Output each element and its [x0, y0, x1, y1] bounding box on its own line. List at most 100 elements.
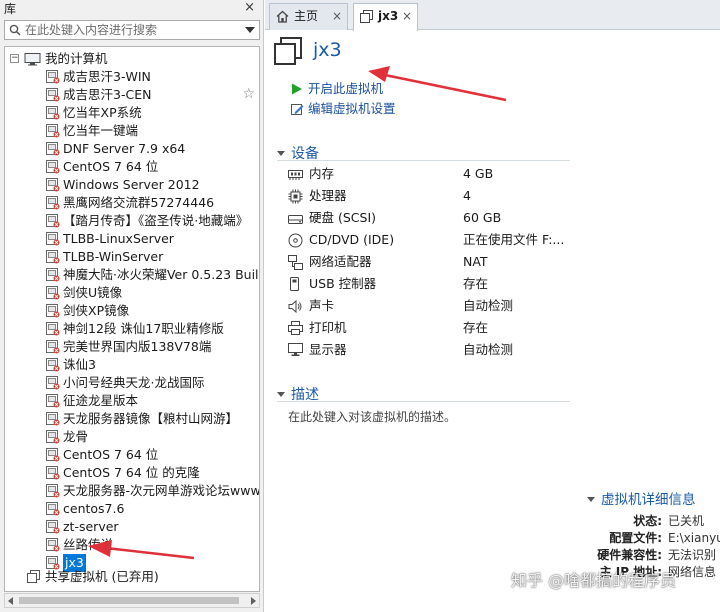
tree-item-vm[interactable]: CentOS 7 64 位: [5, 158, 259, 176]
device-row[interactable]: USB 控制器 存在: [288, 274, 578, 294]
device-value: 存在: [463, 276, 489, 291]
vm-tree[interactable]: − 我的计算机 成吉思汗3-WIN 成吉思汗3-CEN ☆ 忆当年XP系统 忆当年一键端…: [4, 46, 260, 592]
tree-item-vm[interactable]: 诛仙3: [5, 356, 259, 374]
tree-item-vm[interactable]: CentOS 7 64 位 的克隆: [5, 464, 259, 482]
display-icon: [288, 343, 303, 363]
device-row[interactable]: 硬盘 (SCSI) 60 GB: [288, 208, 578, 228]
device-name: 显示器: [309, 342, 347, 357]
tree-item-vm[interactable]: 征途龙星版本: [5, 392, 259, 410]
hard-disk-icon: [288, 211, 303, 231]
device-name: 硬盘 (SCSI): [309, 210, 377, 225]
library-title: 库: [4, 2, 17, 16]
tree-item-label: 征途龙星版本: [63, 393, 139, 408]
tab-jx3-label: jx3: [378, 9, 399, 23]
shared-vm-icon: [27, 570, 40, 583]
tree-item-label: 剑侠XP镜像: [63, 303, 130, 318]
library-close-button[interactable]: ×: [244, 1, 255, 15]
device-name: USB 控制器: [309, 276, 377, 291]
tree-item-vm[interactable]: CentOS 7 64 位: [5, 446, 259, 464]
tree-item-vm[interactable]: 剑侠XP镜像: [5, 302, 259, 320]
tree-item-vm[interactable]: TLBB-LinuxServer: [5, 230, 259, 248]
device-row[interactable]: CD/DVD (IDE) 正在使用文件 F:...: [288, 230, 578, 250]
tree-item-vm[interactable]: 忆当年XP系统: [5, 104, 259, 122]
tree-item-vm[interactable]: DNF Server 7.9 x64: [5, 140, 259, 158]
search-dropdown-icon[interactable]: [245, 27, 255, 33]
tree-item-vm[interactable]: 成吉思汗3-WIN: [5, 68, 259, 86]
scroll-right-icon[interactable]: [251, 597, 256, 605]
tree-item-vm[interactable]: zt-server: [5, 518, 259, 536]
computer-icon: [24, 53, 41, 66]
network-adapter-icon: [288, 255, 303, 276]
tree-item-shared-vms[interactable]: 共享虚拟机 (已弃用): [5, 568, 259, 586]
device-value: 正在使用文件 F:...: [463, 232, 565, 247]
tree-item-label: centos7.6: [63, 501, 125, 516]
tree-item-label: TLBB-LinuxServer: [63, 231, 174, 246]
tree-horizontal-scrollbar[interactable]: [4, 593, 260, 608]
tree-item-label: CentOS 7 64 位: [63, 447, 159, 462]
vm-details-header[interactable]: 虚拟机详细信息: [587, 491, 720, 509]
vm-details-header-label: 虚拟机详细信息: [601, 492, 696, 508]
tree-item-vm[interactable]: centos7.6: [5, 500, 259, 518]
device-name: 声卡: [309, 298, 335, 313]
device-row[interactable]: 显示器 自动检测: [288, 340, 578, 360]
tree-item-vm[interactable]: 龙骨: [5, 428, 259, 446]
play-icon: [292, 83, 302, 95]
vm-detail-key: 状态:: [633, 514, 662, 528]
device-row[interactable]: 内存 4 GB: [288, 164, 578, 184]
tree-item-label: zt-server: [63, 519, 119, 534]
device-value: 4 GB: [463, 166, 494, 181]
collapse-devices-icon[interactable]: [277, 151, 285, 156]
collapse-details-icon[interactable]: [587, 497, 595, 502]
device-row[interactable]: 处理器 4: [288, 186, 578, 206]
device-row[interactable]: 打印机 存在: [288, 318, 578, 338]
search-icon: [9, 24, 21, 36]
device-value: 4: [463, 188, 471, 203]
shared-vms-label: 共享虚拟机 (已弃用): [45, 569, 159, 584]
device-name: 处理器: [309, 188, 347, 203]
tree-item-label: 诛仙3: [63, 357, 96, 372]
vm-tab-icon: [360, 10, 373, 23]
tree-item-vm[interactable]: 天龙服务器-次元网单游戏论坛www: [5, 482, 259, 500]
edit-vm-settings-link[interactable]: 编辑虚拟机设置: [291, 100, 431, 118]
usb-icon: [288, 277, 303, 298]
tree-item-vm[interactable]: 完美世界国内版138V78端: [5, 338, 259, 356]
tree-item-vm[interactable]: 【踏月传奇】《盗圣传说·地藏端》: [5, 212, 259, 230]
scroll-left-icon[interactable]: [8, 597, 13, 605]
collapse-description-icon[interactable]: [277, 392, 285, 397]
search-input[interactable]: [25, 22, 225, 38]
sound-card-icon: [288, 299, 303, 319]
library-search-box[interactable]: [4, 20, 260, 40]
tree-item-label: 神魔大陆·冰火荣耀Ver 0.5.23 Build: [63, 267, 260, 282]
tree-root-my-computer[interactable]: − 我的计算机: [5, 50, 259, 68]
tab-home[interactable]: 主页 ×: [269, 3, 348, 30]
tree-item-vm[interactable]: 黑鹰网络交流群57274446: [5, 194, 259, 212]
tree-item-vm[interactable]: 剑侠U镜像: [5, 284, 259, 302]
power-on-vm-link[interactable]: 开启此虚拟机: [291, 80, 421, 98]
tab-jx3-close-button[interactable]: ×: [402, 4, 412, 29]
tree-item-label: 【踏月传奇】《盗圣传说·地藏端》: [63, 213, 249, 228]
tree-item-vm[interactable]: 神剑12段 诛仙17职业精修版: [5, 320, 259, 338]
device-row[interactable]: 声卡 自动检测: [288, 296, 578, 316]
device-row[interactable]: 网络适配器 NAT: [288, 252, 578, 272]
tree-item-vm[interactable]: 忆当年一键端: [5, 122, 259, 140]
description-divider: [277, 401, 570, 402]
tree-item-label: CentOS 7 64 位: [63, 159, 159, 174]
description-placeholder[interactable]: 在此处键入对该虚拟机的描述。: [288, 408, 456, 425]
tree-item-vm[interactable]: 小问号经典天龙·龙战国际: [5, 374, 259, 392]
cd-dvd-icon: [288, 233, 303, 254]
favorite-star-icon[interactable]: ☆: [242, 87, 255, 102]
tree-item-vm[interactable]: 成吉思汗3-CEN ☆: [5, 86, 259, 104]
tree-item-vm[interactable]: Windows Server 2012: [5, 176, 259, 194]
tree-item-vm[interactable]: 丝路传说: [5, 536, 259, 554]
collapse-icon[interactable]: −: [10, 54, 19, 63]
tab-home-close-button[interactable]: ×: [332, 4, 342, 29]
tree-item-vm[interactable]: 天龙服务器镜像【粮村山网游】: [5, 410, 259, 428]
tree-item-label: 忆当年一键端: [63, 123, 139, 138]
tab-jx3[interactable]: jx3 ×: [353, 3, 418, 31]
device-name: 内存: [309, 166, 335, 181]
device-value: 存在: [463, 320, 489, 335]
scrollbar-thumb[interactable]: [19, 597, 239, 604]
tree-item-vm[interactable]: TLBB-WinServer: [5, 248, 259, 266]
tree-item-vm[interactable]: 神魔大陆·冰火荣耀Ver 0.5.23 Build: [5, 266, 260, 284]
device-value: NAT: [463, 254, 488, 269]
